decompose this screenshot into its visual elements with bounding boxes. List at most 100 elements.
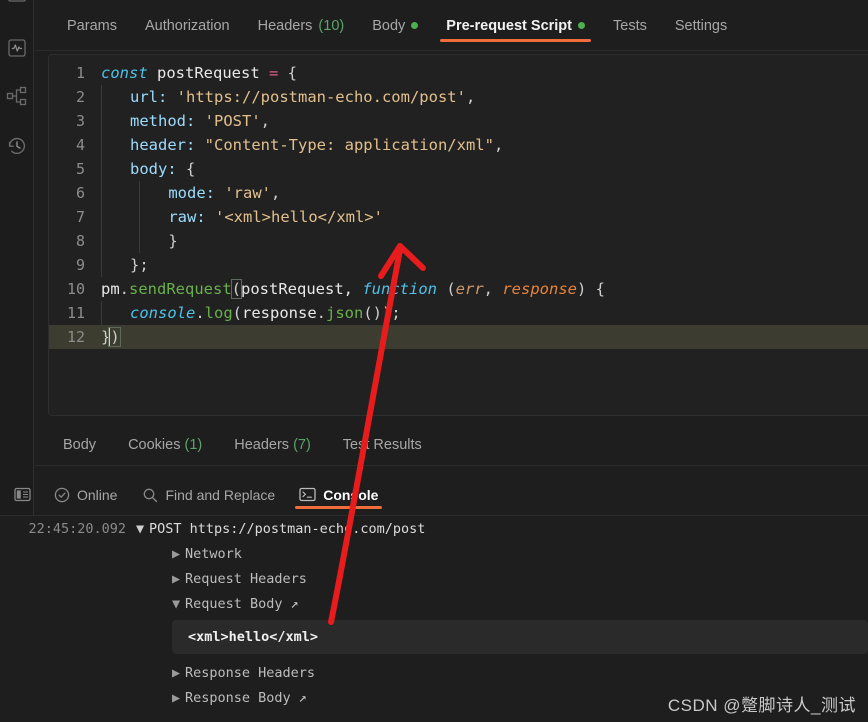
line-number: 3 <box>75 112 85 130</box>
chevron-right-icon[interactable]: ▶ <box>172 690 185 706</box>
tab-body[interactable]: Body <box>358 0 432 51</box>
runner-icon[interactable] <box>5 0 29 12</box>
sidebar-toggle-icon <box>14 486 31 503</box>
token-dot: . <box>119 280 130 298</box>
code-line: 1 const postRequest = { <box>49 61 868 85</box>
console-entry-response-headers[interactable]: ▶ Response Headers <box>0 660 868 685</box>
tab-label: Body <box>372 17 406 34</box>
tab-label: Settings <box>674 17 728 34</box>
status-bar: Online Find and Replace Console <box>0 474 868 516</box>
chevron-down-icon[interactable]: ▼ <box>172 596 185 612</box>
line-number: 8 <box>75 232 85 250</box>
response-tab-strip: Body Cookies (1) Headers (7) Test Result… <box>35 424 868 466</box>
chevron-right-icon[interactable]: ▶ <box>172 546 185 562</box>
line-source: header: "Content-Type: application/xml", <box>95 133 868 158</box>
token-string: "Content-Type: application/xml" <box>204 135 494 154</box>
console-request-body-value: <xml>hello</xml> <box>172 620 868 654</box>
console-button[interactable]: Console <box>289 474 388 516</box>
chevron-right-icon[interactable]: ▶ <box>172 665 185 681</box>
token-property: url: <box>130 87 168 106</box>
token-brace: }; <box>130 255 149 274</box>
tab-headers[interactable]: Headers (10) <box>244 0 359 51</box>
line-source: } <box>95 229 868 254</box>
tab-label: Tests <box>613 17 647 34</box>
sidebar-toggle-button[interactable] <box>6 474 39 516</box>
tab-label: Headers <box>257 17 313 34</box>
response-tab-headers[interactable]: Headers (7) <box>220 437 325 453</box>
token-brace: } <box>168 231 178 250</box>
tab-label: Authorization <box>144 17 230 34</box>
line-number: 7 <box>75 208 85 226</box>
console-entry-request-body[interactable]: ▼ Request Body ↗ <box>0 591 868 616</box>
code-line: 6 mode: 'raw', <box>49 181 868 206</box>
token-property: method: <box>130 111 196 130</box>
line-number: 5 <box>75 160 85 178</box>
token-close: ()); <box>363 303 401 322</box>
token-string: 'raw' <box>224 183 272 202</box>
line-number: 6 <box>75 184 85 202</box>
console-request-row[interactable]: 22:45:20.092 ▼ POST https://postman-echo… <box>0 516 868 541</box>
tab-settings[interactable]: Settings <box>661 0 741 51</box>
token-space-paren: ( <box>437 280 456 298</box>
token-property: body: <box>130 159 177 178</box>
response-tab-body[interactable]: Body <box>49 437 110 453</box>
chevron-right-icon[interactable]: ▶ <box>172 571 185 587</box>
tab-count: (10) <box>318 17 345 34</box>
active-status-underline <box>295 505 383 509</box>
token-brace: { <box>278 64 298 82</box>
monitor-pulse-icon[interactable] <box>5 36 29 60</box>
line-source: raw: '<xml>hello</xml>' <box>95 205 868 230</box>
pre-request-script-editor[interactable]: 1 const postRequest = { 2 url: 'https://… <box>48 54 868 416</box>
external-link-icon[interactable]: ↗ <box>283 596 299 612</box>
token-function-json: json <box>326 303 364 322</box>
console-entry-network[interactable]: ▶ Network <box>0 541 868 566</box>
status-online[interactable]: Online <box>43 474 127 516</box>
token-function: sendRequest <box>129 280 232 298</box>
response-tab-test-results[interactable]: Test Results <box>329 437 436 453</box>
tab-tests[interactable]: Tests <box>599 0 661 51</box>
token-argument: postRequest, <box>241 280 363 298</box>
line-number: 11 <box>66 304 85 322</box>
code-area[interactable]: 1 const postRequest = { 2 url: 'https://… <box>49 55 868 349</box>
line-source: const postRequest = { <box>95 61 868 85</box>
token-brace: { <box>186 159 196 178</box>
response-tab-count: (7) <box>293 436 311 453</box>
code-line: 7 raw: '<xml>hello</xml>' <box>49 205 868 230</box>
line-source: method: 'POST', <box>95 109 868 134</box>
line-source: url: 'https://postman-echo.com/post', <box>95 85 868 110</box>
terminal-icon <box>299 486 316 503</box>
token-param-err: err <box>455 280 484 298</box>
token-comma: , <box>260 111 271 130</box>
find-and-replace-label: Find and Replace <box>165 486 276 503</box>
line-source: }; <box>95 253 868 278</box>
find-and-replace-button[interactable]: Find and Replace <box>131 474 285 516</box>
check-circle-icon <box>53 486 70 503</box>
token-string: 'POST' <box>204 111 261 130</box>
line-number: 4 <box>75 136 85 154</box>
token-param-response: response <box>502 280 577 298</box>
status-online-label: Online <box>77 486 118 503</box>
code-line: 3 method: 'POST', <box>49 109 868 134</box>
flow-diagram-icon[interactable] <box>5 84 29 108</box>
code-line: 11 console.log(response.json()); <box>49 301 868 326</box>
response-tab-label: Body <box>63 436 97 453</box>
tab-authorization[interactable]: Authorization <box>131 0 244 51</box>
token-string: '<xml>hello</xml>' <box>215 207 383 226</box>
line-number: 9 <box>75 256 85 274</box>
history-clock-icon[interactable] <box>5 134 29 158</box>
token-property: header: <box>130 135 196 154</box>
console-entry-request-headers[interactable]: ▶ Request Headers <box>0 566 868 591</box>
console-entry-label: Request Headers <box>185 570 307 587</box>
tab-pre-request-script[interactable]: Pre-request Script <box>432 0 599 51</box>
code-line: 8 } <box>49 229 868 254</box>
token-property: raw: <box>168 207 206 226</box>
external-link-icon[interactable]: ↗ <box>291 690 307 706</box>
chevron-down-icon[interactable]: ▼ <box>136 521 149 537</box>
token-comma: , <box>465 87 476 106</box>
token-operator: = <box>269 64 279 82</box>
token-comma: , <box>493 135 504 154</box>
response-tab-cookies[interactable]: Cookies (1) <box>114 437 216 453</box>
tab-params[interactable]: Params <box>53 0 131 51</box>
token-keyword: const <box>101 64 148 82</box>
console-entry-label: Response Body <box>185 689 291 706</box>
